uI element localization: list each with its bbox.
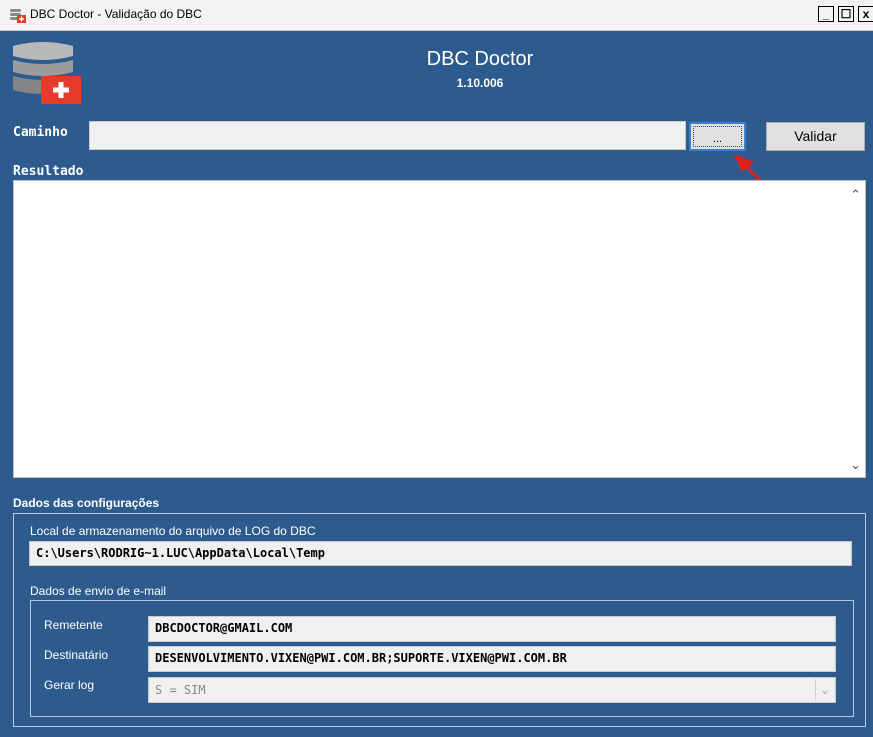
minimize-button[interactable]: _ — [818, 6, 834, 22]
result-label: Resultado — [13, 164, 84, 179]
app-version: 1.10.006 — [456, 76, 504, 90]
config-section-title: Dados das configurações — [13, 496, 160, 510]
browse-button[interactable]: ... — [689, 122, 746, 151]
close-button[interactable]: x — [858, 6, 873, 22]
scroll-up-icon[interactable]: ⌃ — [850, 187, 861, 203]
log-path-field[interactable]: C:\Users\RODRIG~1.LUC\AppData\Local\Temp — [29, 541, 852, 566]
recipient-field[interactable]: DESENVOLVIMENTO.VIXEN@PWI.COM.BR;SUPORTE… — [148, 646, 836, 672]
title-bar: DBC Doctor - Validação do DBC _ ☐ x — [0, 0, 873, 31]
app-title: DBC Doctor — [426, 48, 534, 70]
log-option-label: Gerar log — [44, 678, 95, 692]
chevron-down-icon[interactable]: ⌄ — [815, 679, 834, 701]
window-title: DBC Doctor - Validação do DBC — [30, 7, 202, 21]
validate-button[interactable]: Validar — [766, 122, 865, 151]
log-option-select[interactable]: S = SIM ⌄ — [148, 677, 836, 703]
maximize-button[interactable]: ☐ — [838, 6, 854, 22]
sender-field[interactable]: DBCDOCTOR@GMAIL.COM — [148, 616, 836, 642]
database-medical-icon — [13, 42, 81, 104]
path-input[interactable] — [89, 121, 686, 150]
recipient-label: Destinatário — [44, 648, 109, 662]
log-option-value: S = SIM — [155, 683, 206, 697]
focus-rect — [693, 126, 742, 147]
database-medical-icon — [10, 9, 26, 23]
log-group-label: Local de armazenamento do arquivo de LOG… — [29, 524, 317, 538]
scroll-down-icon[interactable]: ⌄ — [850, 457, 861, 473]
path-label: Caminho — [13, 125, 68, 140]
email-group-label: Dados de envio de e-mail — [29, 584, 168, 598]
result-textarea[interactable]: ⌃ ⌄ — [13, 180, 866, 478]
sender-label: Remetente — [44, 618, 103, 632]
